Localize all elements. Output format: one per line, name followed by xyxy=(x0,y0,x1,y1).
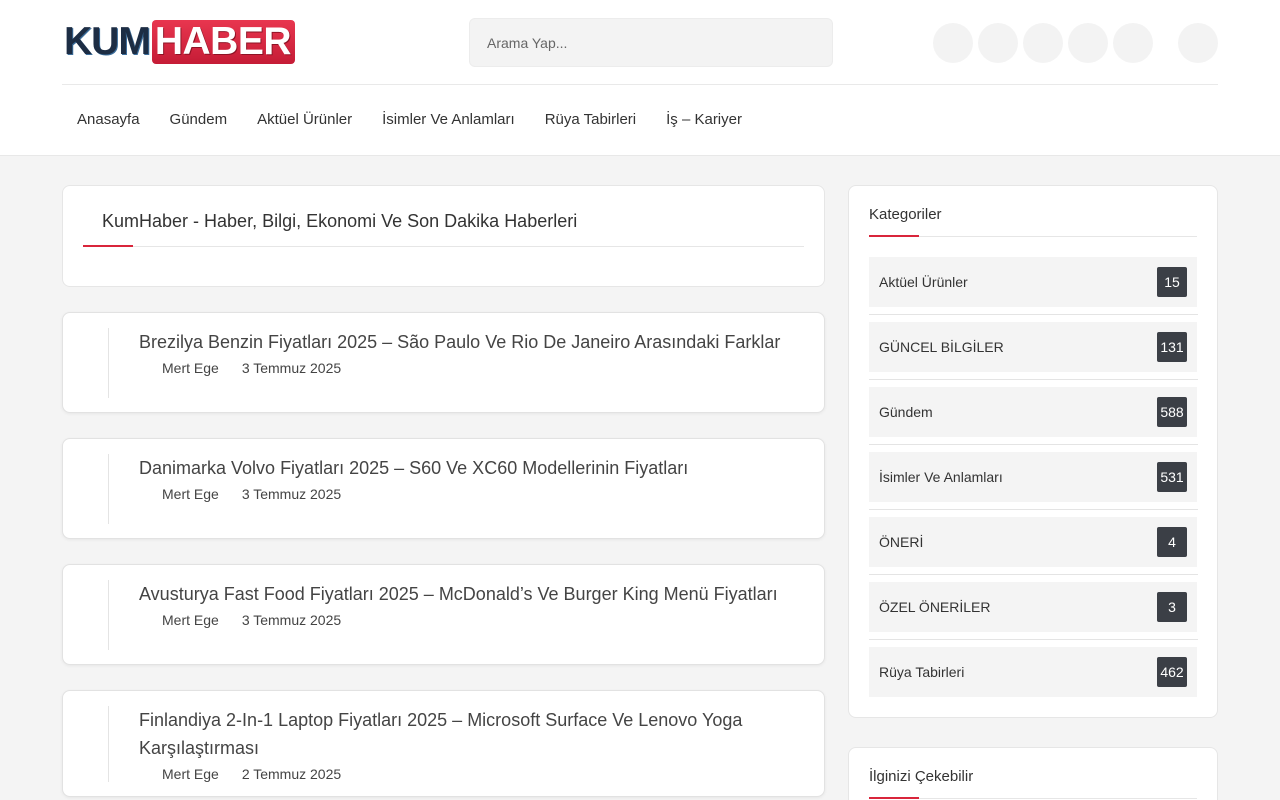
category-count-badge: 131 xyxy=(1157,332,1187,362)
page-title: KumHaber - Haber, Bilgi, Ekonomi Ve Son … xyxy=(83,206,804,247)
post-card[interactable]: Brezilya Benzin Fiyatları 2025 – São Pau… xyxy=(62,312,825,413)
social-icon-4[interactable] xyxy=(1068,23,1108,63)
post-date: 3 Temmuz 2025 xyxy=(241,486,342,502)
post-meta: Mert Ege 3 Temmuz 2025 xyxy=(139,486,824,502)
post-author[interactable]: Mert Ege xyxy=(162,612,219,628)
search-input[interactable] xyxy=(469,18,833,67)
post-title[interactable]: Finlandiya 2-In-1 Laptop Fiyatları 2025 … xyxy=(139,706,824,762)
categories-widget-title: Kategoriler xyxy=(869,206,1197,237)
category-item[interactable]: ÖNERİ 4 xyxy=(869,517,1198,575)
page-title-card: KumHaber - Haber, Bilgi, Ekonomi Ve Son … xyxy=(62,185,825,287)
site-logo[interactable]: KUM HABER xyxy=(64,20,295,64)
post-title[interactable]: Avusturya Fast Food Fiyatları 2025 – McD… xyxy=(139,580,824,608)
post-card[interactable]: Avusturya Fast Food Fiyatları 2025 – McD… xyxy=(62,564,825,665)
sidebar: Kategoriler Aktüel Ürünler 15 GÜNCEL BİL… xyxy=(848,185,1218,800)
header-top-row: KUM HABER xyxy=(62,0,1218,85)
related-widget: İlginizi Çekebilir xyxy=(848,747,1218,800)
site-header: KUM HABER Anasayfa Gündem Aktüel Ürünler… xyxy=(0,0,1280,156)
related-widget-title: İlginizi Çekebilir xyxy=(869,768,1197,799)
category-item[interactable]: GÜNCEL BİLGİLER 131 xyxy=(869,322,1198,380)
nav-item-ruya-tabirleri[interactable]: Rüya Tabirleri xyxy=(530,85,651,155)
nav-item-anasayfa[interactable]: Anasayfa xyxy=(62,85,155,155)
nav-item-isimler[interactable]: İsimler Ve Anlamları xyxy=(367,85,530,155)
post-date: 3 Temmuz 2025 xyxy=(241,612,342,628)
categories-widget: Kategoriler Aktüel Ürünler 15 GÜNCEL BİL… xyxy=(848,185,1218,718)
user-icon[interactable] xyxy=(1178,23,1218,63)
category-count-badge: 588 xyxy=(1157,397,1187,427)
nav-item-gundem[interactable]: Gündem xyxy=(155,85,243,155)
category-item[interactable]: Gündem 588 xyxy=(869,387,1198,445)
post-title[interactable]: Danimarka Volvo Fiyatları 2025 – S60 Ve … xyxy=(139,454,824,482)
category-item[interactable]: İsimler Ve Anlamları 531 xyxy=(869,452,1198,510)
post-meta: Mert Ege 2 Temmuz 2025 xyxy=(139,766,824,782)
category-count-badge: 4 xyxy=(1157,527,1187,557)
social-icon-1[interactable] xyxy=(933,23,973,63)
category-count-badge: 462 xyxy=(1157,657,1187,687)
category-name: İsimler Ve Anlamları xyxy=(879,469,1003,485)
category-list: Aktüel Ürünler 15 GÜNCEL BİLGİLER 131 Gü… xyxy=(869,257,1198,697)
category-count-badge: 531 xyxy=(1157,462,1187,492)
post-date: 2 Temmuz 2025 xyxy=(241,766,342,782)
category-count-badge: 3 xyxy=(1157,592,1187,622)
logo-text-haber: HABER xyxy=(151,20,295,64)
content-column: KumHaber - Haber, Bilgi, Ekonomi Ve Son … xyxy=(62,185,825,800)
social-icon-2[interactable] xyxy=(978,23,1018,63)
nav-item-aktuel-urunler[interactable]: Aktüel Ürünler xyxy=(242,85,367,155)
post-meta: Mert Ege 3 Temmuz 2025 xyxy=(139,612,824,628)
post-date: 3 Temmuz 2025 xyxy=(241,360,342,376)
category-name: ÖZEL ÖNERİLER xyxy=(879,599,991,615)
logo-text-kum: KUM xyxy=(64,20,151,63)
social-links xyxy=(933,23,1153,63)
post-author[interactable]: Mert Ege xyxy=(162,766,219,782)
post-body: Finlandiya 2-In-1 Laptop Fiyatları 2025 … xyxy=(108,706,824,782)
social-icon-5[interactable] xyxy=(1113,23,1153,63)
social-icon-3[interactable] xyxy=(1023,23,1063,63)
post-card[interactable]: Finlandiya 2-In-1 Laptop Fiyatları 2025 … xyxy=(62,690,825,797)
post-title[interactable]: Brezilya Benzin Fiyatları 2025 – São Pau… xyxy=(139,328,824,356)
post-body: Danimarka Volvo Fiyatları 2025 – S60 Ve … xyxy=(108,454,824,524)
category-item[interactable]: Aktüel Ürünler 15 xyxy=(869,257,1198,315)
main-nav: Anasayfa Gündem Aktüel Ürünler İsimler V… xyxy=(62,85,1218,155)
category-item[interactable]: Rüya Tabirleri 462 xyxy=(869,647,1197,697)
post-body: Brezilya Benzin Fiyatları 2025 – São Pau… xyxy=(108,328,824,398)
post-author[interactable]: Mert Ege xyxy=(162,486,219,502)
category-item[interactable]: ÖZEL ÖNERİLER 3 xyxy=(869,582,1198,640)
category-name: Rüya Tabirleri xyxy=(879,664,965,680)
post-card[interactable]: Danimarka Volvo Fiyatları 2025 – S60 Ve … xyxy=(62,438,825,539)
category-name: Aktüel Ürünler xyxy=(879,274,968,290)
post-meta: Mert Ege 3 Temmuz 2025 xyxy=(139,360,824,376)
post-body: Avusturya Fast Food Fiyatları 2025 – McD… xyxy=(108,580,824,650)
category-name: GÜNCEL BİLGİLER xyxy=(879,339,1004,355)
category-name: Gündem xyxy=(879,404,933,420)
nav-item-is-kariyer[interactable]: İş – Kariyer xyxy=(651,85,757,155)
category-count-badge: 15 xyxy=(1157,267,1187,297)
category-name: ÖNERİ xyxy=(879,534,924,550)
post-author[interactable]: Mert Ege xyxy=(162,360,219,376)
main-content: KumHaber - Haber, Bilgi, Ekonomi Ve Son … xyxy=(62,185,1218,800)
